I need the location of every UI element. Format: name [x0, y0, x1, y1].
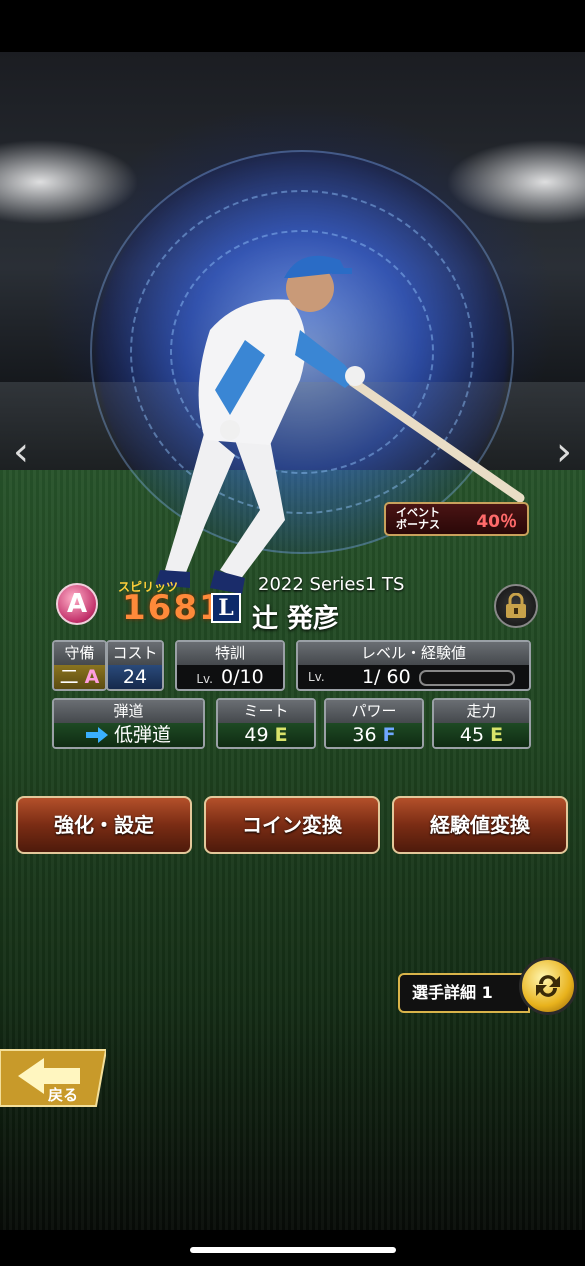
event-bonus-badge: イベント ボーナス 40％ [384, 502, 529, 536]
training-stat: 特訓 Lv. 0/10 [175, 640, 285, 691]
next-card-button[interactable]: › [549, 430, 579, 474]
home-indicator [190, 1247, 396, 1253]
exp-convert-button[interactable]: 経験値変換 [392, 796, 568, 854]
swap-icon [536, 975, 560, 997]
lock-icon [506, 593, 526, 618]
meet-stat: ミート 49 E [216, 698, 316, 749]
training-label: 特訓 [177, 642, 283, 665]
defense-position: 二 [59, 666, 79, 688]
cost-value: 24 [108, 665, 162, 689]
level-label: レベル・経験値 [298, 642, 529, 665]
spirits-value: 1681 [122, 588, 225, 628]
power-stat: パワー 36 F [324, 698, 424, 749]
status-bar [0, 0, 585, 52]
defense-label: 守備 [54, 642, 105, 665]
lock-button[interactable] [494, 584, 538, 628]
team-logo: L [211, 593, 241, 623]
chevron-right-icon: › [556, 429, 572, 475]
enhance-settings-button[interactable]: 強化・設定 [16, 796, 192, 854]
event-bonus-value: 40％ [476, 511, 517, 532]
level-stat: レベル・経験値 Lv. 1/ 60 [296, 640, 531, 691]
player-name: 辻 発彦 [252, 604, 340, 634]
speed-label: 走力 [434, 700, 529, 723]
swap-button[interactable] [519, 957, 577, 1015]
defense-stat: 守備 二 A [52, 640, 107, 691]
back-label: 戻る [48, 1086, 79, 1104]
level-lv-label: Lv. [308, 670, 325, 684]
training-count: 0/10 [221, 666, 264, 688]
speed-value: 45 E [434, 723, 529, 747]
trajectory-value: 低弾道 [54, 723, 203, 747]
meet-label: ミート [218, 700, 314, 723]
power-value: 36 F [326, 723, 422, 747]
speed-number: 45 [459, 724, 485, 746]
level-count: 1/ 60 [361, 666, 411, 688]
power-grade: F [382, 724, 396, 746]
trajectory-text: 低弾道 [114, 724, 172, 746]
power-number: 36 [352, 724, 377, 746]
rank-badge: A [56, 583, 98, 625]
meet-number: 49 [244, 724, 269, 746]
card-series: 2022 Series1 TS [258, 574, 405, 595]
chevron-left-icon: ‹ [13, 429, 29, 475]
coin-convert-button[interactable]: コイン変換 [204, 796, 380, 854]
player-detail-button[interactable]: 選手詳細 1 [398, 973, 530, 1013]
arrow-right-icon [85, 727, 108, 743]
training-value: Lv. 0/10 [177, 665, 283, 689]
player-illustration [155, 255, 525, 594]
cost-label: コスト [108, 642, 162, 665]
defense-grade: A [84, 666, 100, 688]
power-label: パワー [326, 700, 422, 723]
exp-bar [418, 669, 515, 686]
meet-value: 49 E [218, 723, 314, 747]
event-bonus-label: イベント ボーナス [396, 507, 440, 531]
meet-grade: E [274, 724, 288, 746]
previous-card-button[interactable]: ‹ [6, 430, 36, 474]
trajectory-label: 弾道 [54, 700, 203, 723]
training-lv-label: Lv. [196, 672, 213, 686]
cost-stat: コスト 24 [106, 640, 164, 691]
event-bonus-label-line2: ボーナス [396, 518, 440, 531]
speed-grade: E [490, 724, 504, 746]
speed-stat: 走力 45 E [432, 698, 531, 749]
level-value: Lv. 1/ 60 [298, 665, 529, 689]
trajectory-stat: 弾道 低弾道 [52, 698, 205, 749]
defense-value: 二 A [54, 665, 105, 689]
